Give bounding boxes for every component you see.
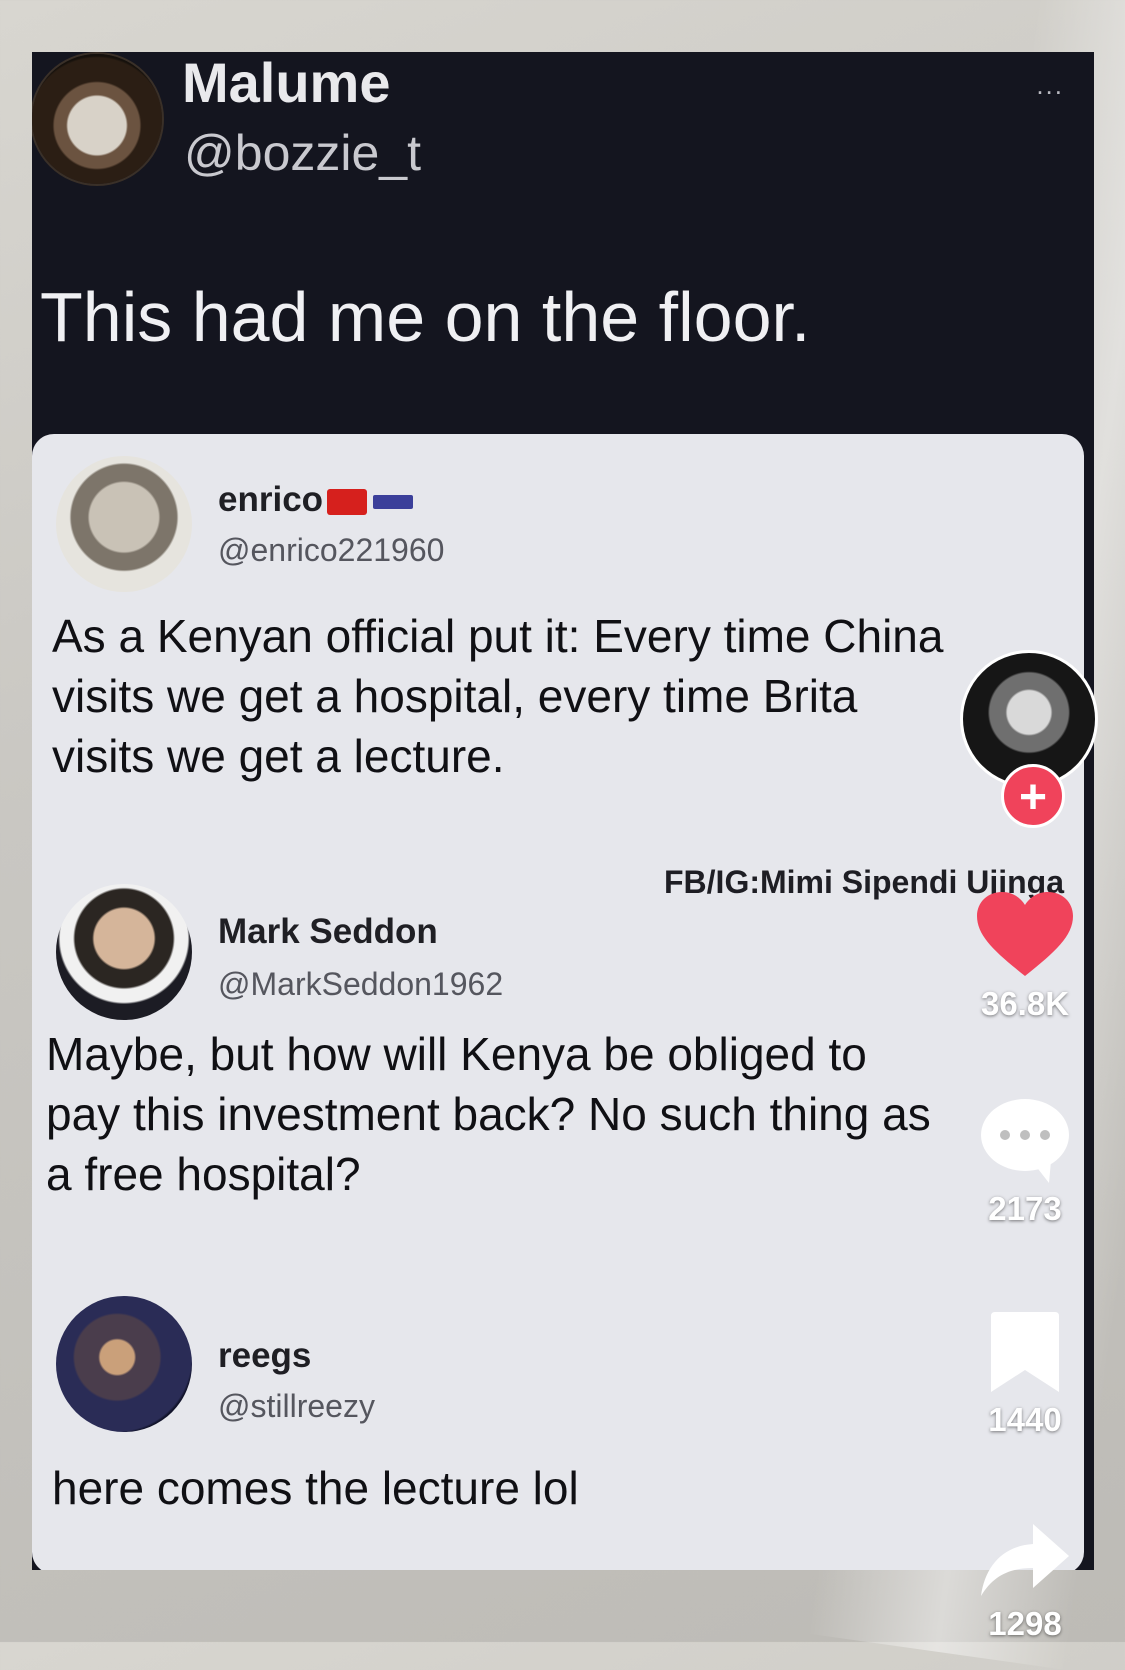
comment-icon	[981, 1099, 1069, 1183]
quoted-thread: enrico @enrico221960 As a Kenyan officia…	[32, 434, 1084, 1570]
post-author-name[interactable]: enrico	[218, 480, 414, 520]
tweet-display-name[interactable]: Malume	[182, 52, 391, 115]
post-author-name[interactable]: reegs	[218, 1336, 311, 1376]
avatar[interactable]	[56, 456, 192, 592]
post-text: here comes the lecture lol	[52, 1462, 579, 1514]
follow-button[interactable]: +	[1001, 764, 1065, 828]
china-flag-icon	[327, 488, 368, 515]
bookmark-button[interactable]: 1440	[960, 1310, 1090, 1439]
tweet-handle[interactable]: @bozzie_t	[184, 124, 421, 182]
avatar[interactable]	[32, 54, 162, 184]
avatar[interactable]	[56, 884, 192, 1020]
flag-icon	[373, 494, 414, 509]
heart-icon	[977, 892, 1073, 976]
like-count: 36.8K	[980, 985, 1070, 1022]
post-text: As a Kenyan official put it: Every time …	[52, 610, 944, 782]
like-button[interactable]: 36.8K	[960, 890, 1090, 1023]
video-frame: Malume @bozzie_t ... This had me on the …	[32, 52, 1094, 1570]
post-text: Maybe, but how will Kenya be obliged to …	[46, 1028, 931, 1200]
post-author-name[interactable]: Mark Seddon	[218, 912, 438, 952]
more-icon[interactable]: ...	[1036, 70, 1064, 101]
bookmark-icon	[991, 1312, 1059, 1392]
share-count: 1298	[988, 1605, 1062, 1642]
comment-button[interactable]: 2173	[960, 1095, 1090, 1228]
tweet-text: This had me on the floor.	[40, 278, 811, 356]
post-author-handle[interactable]: @enrico221960	[218, 532, 444, 569]
post-author-handle[interactable]: @stillreezy	[218, 1388, 375, 1425]
share-button[interactable]: 1298	[960, 1520, 1090, 1643]
comment-count: 2173	[988, 1190, 1062, 1227]
bookmark-count: 1440	[988, 1401, 1062, 1438]
share-icon	[981, 1524, 1069, 1596]
tweet-header: Malume @bozzie_t ... This had me on the …	[32, 52, 1094, 432]
avatar[interactable]	[56, 1296, 192, 1432]
post-author-handle[interactable]: @MarkSeddon1962	[218, 966, 503, 1003]
